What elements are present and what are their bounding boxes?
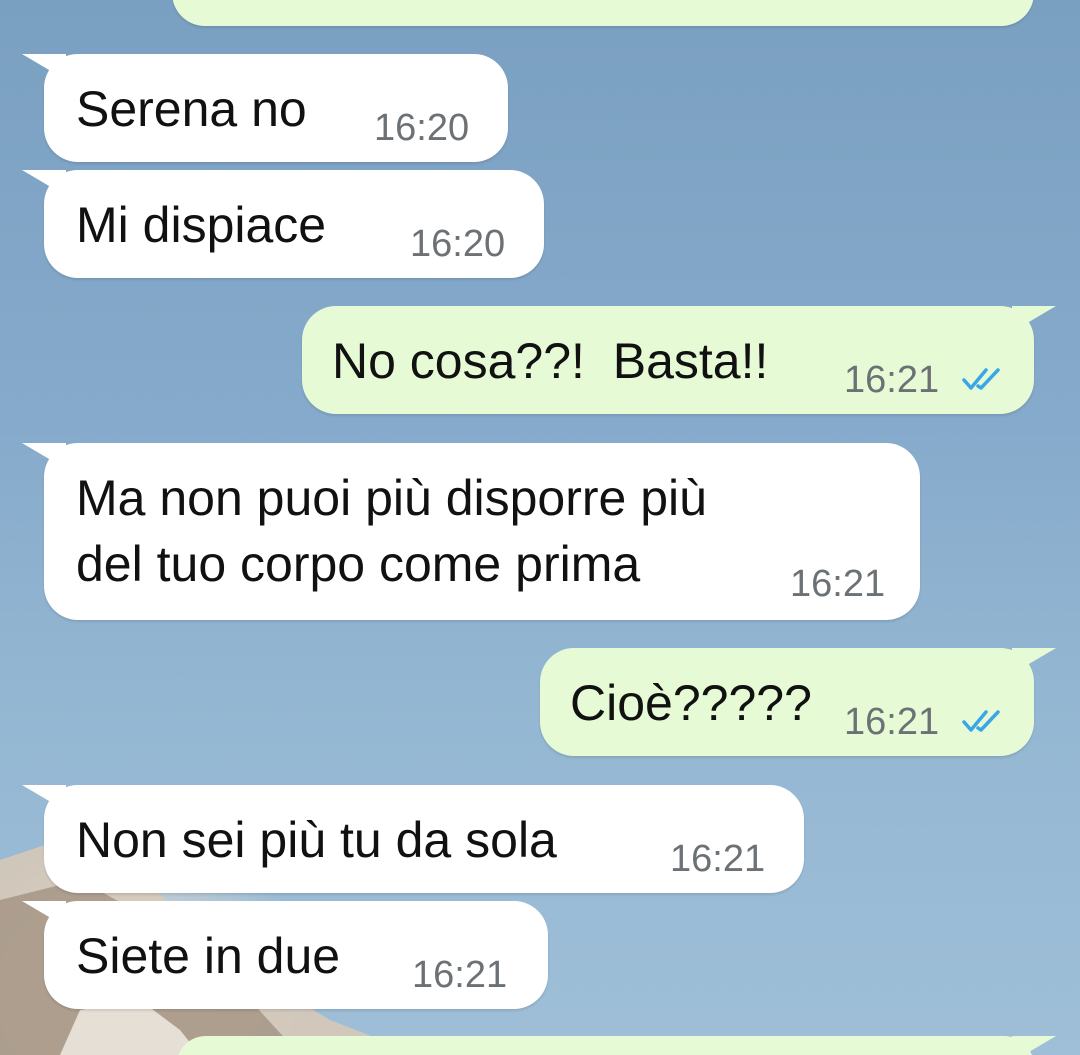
incoming-message-bubble[interactable]: Mi dispiace 16:20 (22, 170, 544, 278)
partial-outgoing-bubble-top (172, 0, 1034, 26)
partial-outgoing-bubble-bottom (176, 1036, 1056, 1055)
message-time: 16:21 (844, 359, 940, 401)
incoming-message-bubble[interactable]: Siete in due 16:21 (22, 901, 548, 1009)
incoming-message-bubble[interactable]: Ma non puoi più disporre più del tuo cor… (22, 443, 920, 620)
outgoing-message-bubble[interactable]: No cosa??! Basta!! 16:21 (302, 306, 1056, 414)
message-text: Cioè????? (570, 675, 812, 731)
incoming-message-bubble[interactable]: Serena no 16:20 (22, 54, 508, 162)
message-time: 16:21 (412, 954, 508, 996)
message-text-line-1: Ma non puoi più disporre più (76, 470, 707, 526)
outgoing-message-bubble[interactable]: Cioè????? 16:21 (540, 648, 1056, 756)
message-text: Mi dispiace (76, 197, 327, 253)
message-time: 16:20 (410, 223, 506, 265)
message-text: Non sei più tu da sola (76, 812, 557, 868)
message-time: 16:21 (790, 563, 886, 605)
message-text-line-2: del tuo corpo come prima (76, 536, 641, 592)
message-time: 16:20 (374, 107, 470, 149)
read-double-check-icon (962, 368, 1000, 390)
message-text: Siete in due (76, 928, 341, 984)
read-double-check-icon (962, 710, 1000, 732)
message-time: 16:21 (670, 838, 766, 880)
message-text: No cosa??! Basta!! (332, 333, 769, 389)
incoming-message-bubble[interactable]: Non sei più tu da sola 16:21 (22, 785, 804, 893)
message-time: 16:21 (844, 701, 940, 743)
message-text: Serena no (76, 81, 307, 137)
